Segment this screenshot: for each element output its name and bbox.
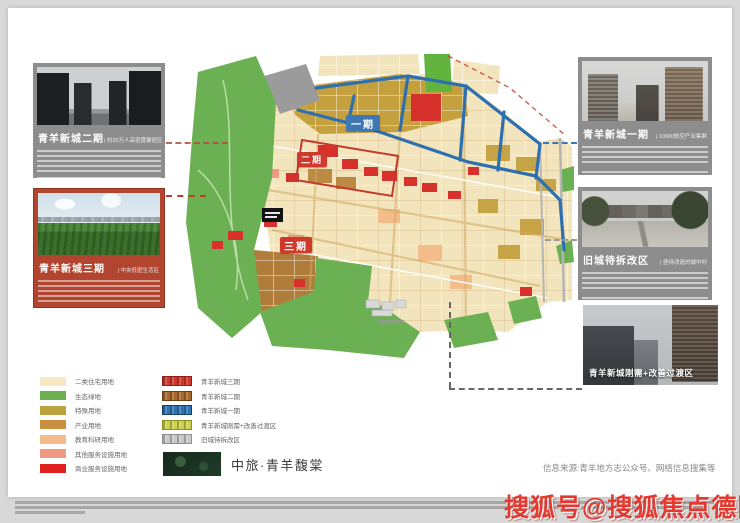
legend-swatch	[40, 391, 66, 400]
legend-row: 青羊新城二期	[162, 391, 276, 401]
legend-label: 青羊新城二期	[201, 391, 240, 401]
poster-stage: 一期 二期 三期 青羊新城二期 | 约20万人高密度聚居区 青羊新城三期 | 中…	[0, 0, 740, 523]
legend-label: 商业服务设施用地	[75, 463, 127, 473]
legend-swatch	[40, 406, 66, 415]
legend-label: 二类住宅用地	[75, 376, 114, 386]
source-note: 信息来源:青羊地方志公众号、网络信息搜集等	[543, 462, 715, 474]
connector-transition-v	[449, 302, 451, 388]
phase2-bodytext	[37, 150, 161, 172]
legend-row: 其他服务设施用地	[40, 449, 127, 459]
phase2-photo	[37, 67, 161, 125]
planning-map	[168, 50, 574, 395]
legend-swatch	[162, 376, 192, 386]
brand-logo-text: 中旅·青羊馥棠	[231, 455, 324, 474]
map-chip-phase1: 一期	[346, 115, 380, 131]
legend-label: 青羊新城三期	[201, 376, 240, 386]
transition-photo: 青羊新城刚需+改善过渡区	[583, 305, 718, 385]
phase1-title: 青羊新城一期	[583, 126, 649, 141]
connector-oldtown	[545, 239, 577, 241]
legend-row: 青羊新城刚需+改善过渡区	[162, 420, 276, 430]
map-chip-phase2: 二期	[297, 152, 327, 167]
legend-label: 产业用地	[75, 420, 101, 430]
legend-swatch	[40, 464, 66, 473]
legend-label: 其他服务设施用地	[75, 449, 127, 459]
oldtown-subtitle: | 亟待改造的城中村	[660, 258, 707, 266]
legend-swatch	[162, 391, 192, 401]
oldtown-photo	[582, 191, 708, 247]
phase1-subtitle: | 10000航空产业集群	[656, 132, 707, 140]
legend-row: 青羊新城三期	[162, 376, 276, 386]
legend-swatch	[40, 449, 66, 458]
legend-row: 旧城待拆改区	[162, 434, 276, 444]
legend-row: 产业用地	[40, 420, 127, 430]
map-chip-phase3: 三期	[280, 237, 312, 253]
connector-phase2	[166, 142, 228, 144]
legend-row: 青羊新城一期	[162, 405, 276, 415]
brand-logo: 中旅·青羊馥棠	[163, 452, 324, 476]
phase3-bodytext2	[38, 309, 160, 321]
legend-row: 商业服务设施用地	[40, 463, 127, 473]
legend-row: 二类住宅用地	[40, 376, 127, 386]
legend-swatch	[162, 434, 192, 444]
transition-caption: 青羊新城刚需+改善过渡区	[589, 367, 693, 379]
legend-label: 特殊用地	[75, 405, 101, 415]
phase3-title: 青羊新城三期	[39, 260, 105, 275]
legend-regions: 青羊新城三期 青羊新城二期 青羊新城一期 青羊新城刚需+改善过渡区 旧城待拆改区	[162, 376, 276, 444]
connector-phase1	[543, 142, 577, 144]
legend-swatch	[40, 435, 66, 444]
phase2-title: 青羊新城二期	[38, 130, 104, 145]
phase1-bodytext2	[582, 171, 708, 185]
disclaimer-line	[15, 511, 85, 514]
panel-transition: 青羊新城刚需+改善过渡区	[583, 305, 718, 385]
legend-row: 教育科研用地	[40, 434, 127, 444]
phase2-subtitle: | 约20万人高密度聚居区	[104, 136, 163, 144]
legend-land-use: 二类住宅用地 生态绿地 特殊用地 产业用地 教育科研用地 其他服务设施用地 商业…	[40, 376, 127, 473]
legend-swatch	[162, 420, 192, 430]
oldtown-title: 旧城待拆改区	[583, 252, 649, 267]
legend-swatch	[162, 405, 192, 415]
legend-label: 旧城待拆改区	[201, 434, 240, 444]
legend-label: 青羊新城刚需+改善过渡区	[201, 420, 276, 430]
legend-swatch	[40, 377, 66, 386]
phase3-bodytext	[38, 280, 160, 304]
phase3-photo	[38, 193, 160, 255]
phase1-bodytext	[582, 146, 708, 166]
legend-row: 特殊用地	[40, 405, 127, 415]
legend-label: 生态绿地	[75, 391, 101, 401]
legend-swatch	[40, 420, 66, 429]
brand-logo-image	[163, 452, 221, 476]
panel-phase3: 青羊新城三期 | 中央低密生活区	[33, 188, 165, 308]
sohu-watermark: 搜狐号@搜狐焦点德阳站	[504, 488, 740, 523]
panel-phase2: 青羊新城二期 | 约20万人高密度聚居区	[33, 63, 165, 178]
phase1-photo	[582, 61, 708, 121]
legend-label: 教育科研用地	[75, 434, 114, 444]
panel-phase1: 青羊新城一期 | 10000航空产业集群	[578, 57, 712, 175]
oldtown-bodytext	[582, 272, 708, 292]
phase3-subtitle: | 中央低密生活区	[118, 266, 159, 274]
legend-label: 青羊新城一期	[201, 405, 240, 415]
connector-phase3	[166, 195, 206, 197]
panel-oldtown: 旧城待拆改区 | 亟待改造的城中村	[578, 187, 712, 300]
legend-row: 生态绿地	[40, 391, 127, 401]
connector-transition-h	[449, 388, 582, 390]
